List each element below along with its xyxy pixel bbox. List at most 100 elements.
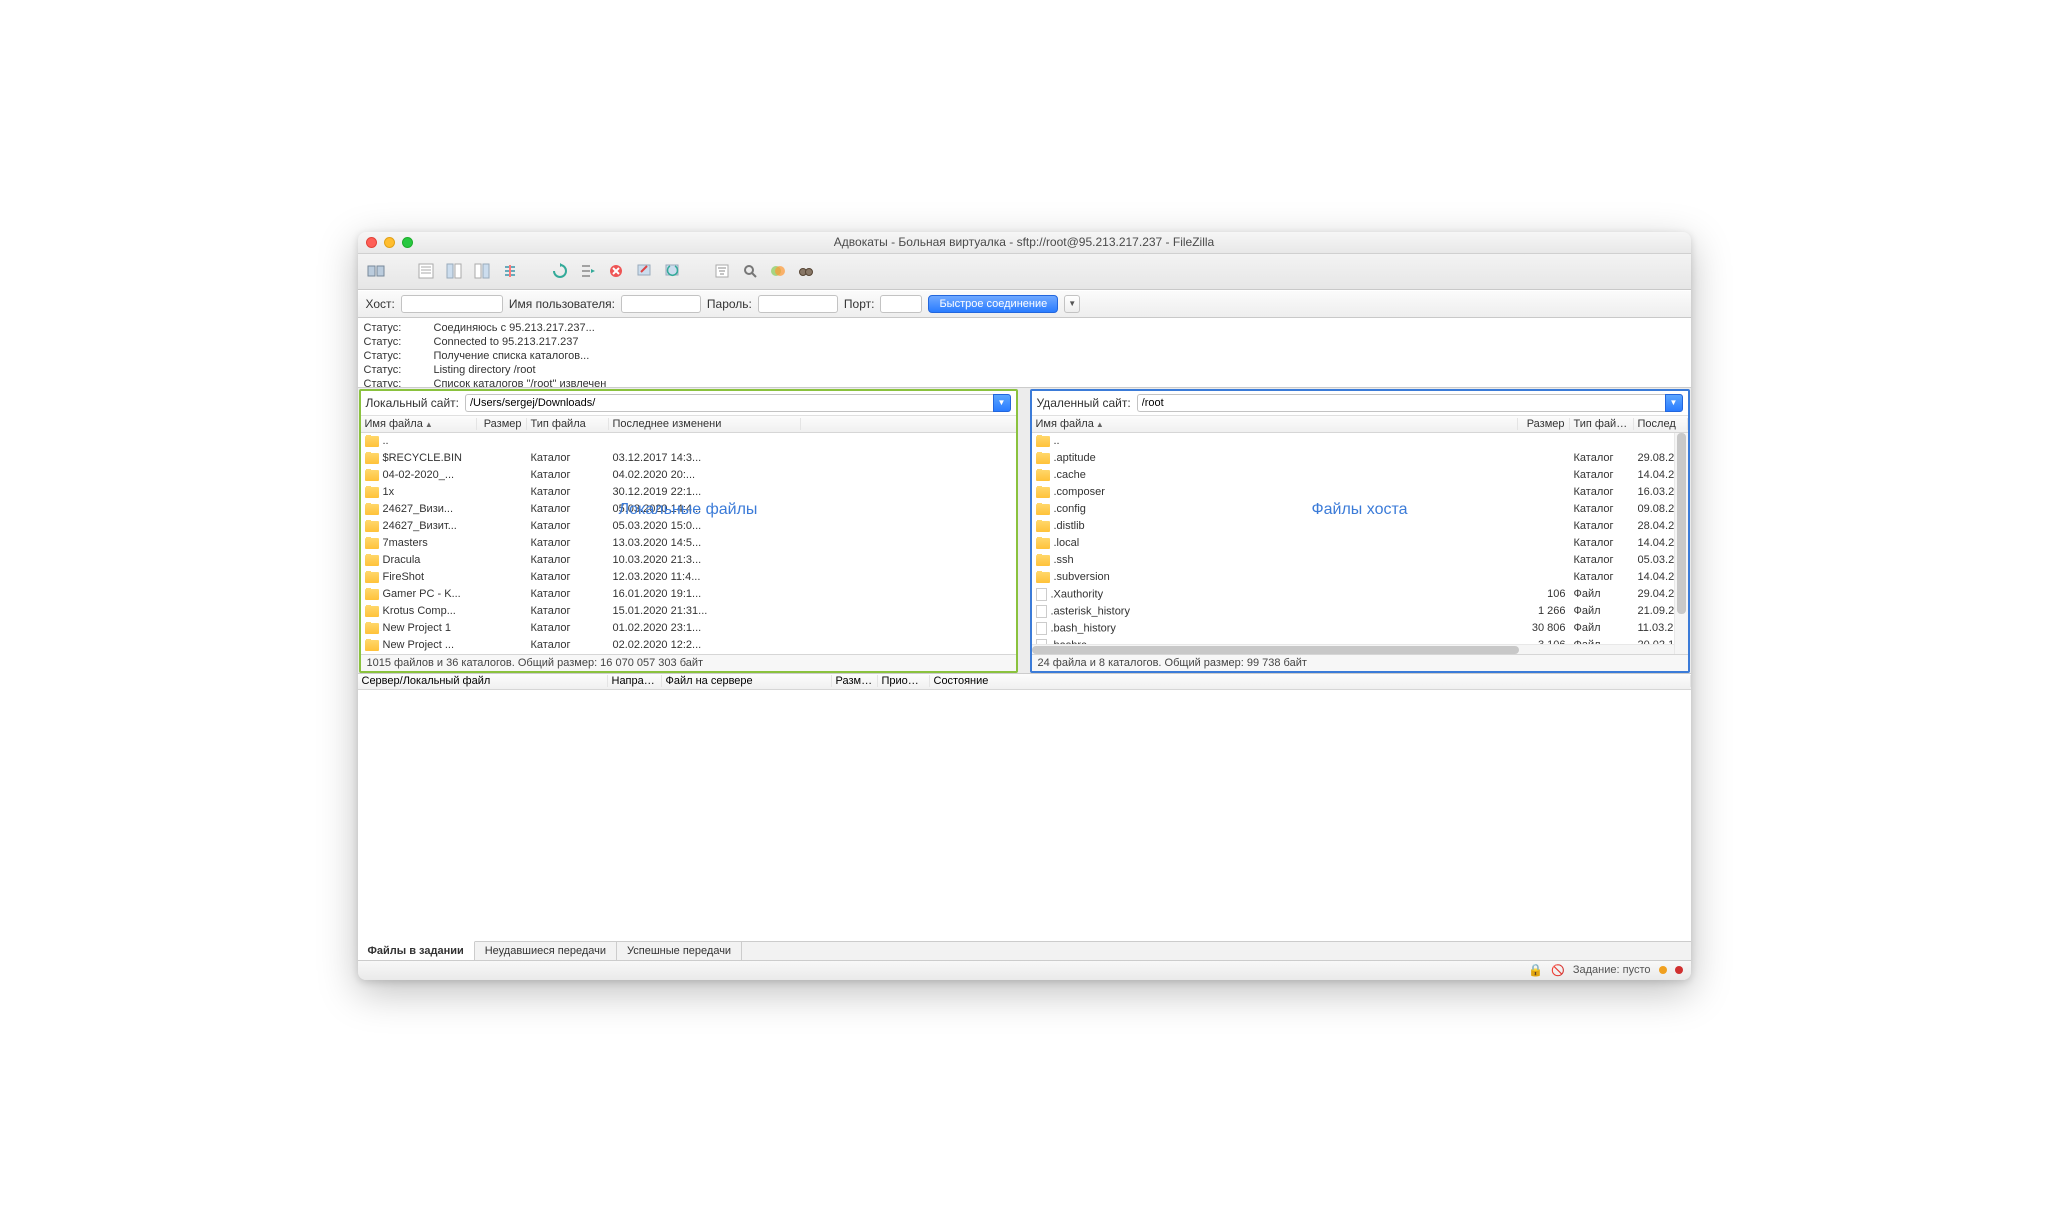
list-item[interactable]: 1xКаталог30.12.2019 22:1...	[361, 484, 1016, 501]
process-queue-button[interactable]	[576, 259, 600, 283]
list-item[interactable]: 04-02-2020_...Каталог04.02.2020 20:...	[361, 467, 1016, 484]
host-label: Хост:	[366, 297, 395, 311]
vertical-scrollbar[interactable]	[1674, 433, 1688, 654]
cancel-button[interactable]	[604, 259, 628, 283]
queue-columns[interactable]: Сервер/Локальный файл Направлен Файл на …	[358, 673, 1691, 690]
minimize-icon[interactable]	[384, 237, 395, 248]
quickconnect-history-dropdown[interactable]: ▼	[1064, 295, 1080, 313]
quickconnect-button[interactable]: Быстрое соединение	[928, 295, 1058, 313]
queue-area[interactable]	[358, 690, 1691, 941]
file-type: Каталог	[527, 554, 609, 566]
local-file-list[interactable]: ..$RECYCLE.BINКаталог03.12.2017 14:3...0…	[361, 433, 1016, 654]
column-type[interactable]: Тип файла	[527, 418, 609, 430]
list-item[interactable]: 24627_Визит...Каталог05.03.2020 15:0...	[361, 518, 1016, 535]
list-item[interactable]: .bash_history30 806Файл11.03.2	[1032, 620, 1688, 637]
list-item[interactable]: New Project 1Каталог01.02.2020 23:1...	[361, 620, 1016, 637]
list-item[interactable]: .localКаталог14.04.2	[1032, 535, 1688, 552]
file-icon	[1036, 605, 1047, 618]
maximize-icon[interactable]	[402, 237, 413, 248]
chevron-down-icon[interactable]: ▼	[1665, 394, 1683, 412]
col-priority[interactable]: Приорите	[878, 675, 930, 687]
remote-path-input[interactable]	[1137, 394, 1665, 412]
column-size[interactable]: Размер	[477, 418, 527, 430]
list-item[interactable]: ..	[1032, 433, 1688, 450]
list-item[interactable]: Krotus Comp...Каталог15.01.2020 21:31...	[361, 603, 1016, 620]
local-path-input[interactable]	[465, 394, 993, 412]
list-item[interactable]: .cacheКаталог14.04.2	[1032, 467, 1688, 484]
folder-icon	[1036, 521, 1050, 532]
list-item[interactable]: $RECYCLE.BINКаталог03.12.2017 14:3...	[361, 450, 1016, 467]
toggle-queue-button[interactable]	[498, 259, 522, 283]
folder-icon	[1036, 572, 1050, 583]
remote-column-headers[interactable]: Имя файла▲РазмерТип файлаПослед	[1032, 416, 1688, 433]
list-item[interactable]: .sshКаталог05.03.2	[1032, 552, 1688, 569]
file-date: 13.03.2020 14:5...	[609, 537, 801, 549]
col-remote-file[interactable]: Файл на сервере	[662, 675, 832, 687]
col-state[interactable]: Состояние	[930, 675, 1691, 687]
list-item[interactable]: .asterisk_history1 266Файл21.09.2	[1032, 603, 1688, 620]
list-item[interactable]: .aptitudeКаталог29.08.2	[1032, 450, 1688, 467]
filter-button[interactable]	[710, 259, 734, 283]
port-input[interactable]	[880, 295, 922, 313]
toggle-log-button[interactable]	[414, 259, 438, 283]
message-log[interactable]: Статус:Соединяюсь с 95.213.217.237...Ста…	[358, 318, 1691, 388]
remote-status: 24 файла и 8 каталогов. Общий размер: 99…	[1032, 654, 1688, 671]
column-name[interactable]: Имя файла▲	[1032, 418, 1518, 430]
tab-success[interactable]: Успешные передачи	[617, 942, 742, 960]
reconnect-button[interactable]	[660, 259, 684, 283]
file-date: 05.03.2020 15:0...	[609, 520, 801, 532]
column-date[interactable]: Послед	[1634, 418, 1688, 430]
compare-button[interactable]	[766, 259, 790, 283]
list-item[interactable]: .distlibКаталог28.04.2	[1032, 518, 1688, 535]
list-item[interactable]: New Project ...Каталог02.02.2020 12:2...	[361, 637, 1016, 654]
binoculars-icon[interactable]	[794, 259, 818, 283]
horizontal-scrollbar[interactable]	[1032, 644, 1674, 654]
folder-icon	[365, 623, 379, 634]
site-manager-button[interactable]	[364, 259, 388, 283]
chevron-down-icon[interactable]: ▼	[993, 394, 1011, 412]
list-item[interactable]: .subversionКаталог14.04.2	[1032, 569, 1688, 586]
file-name: 24627_Визи...	[383, 503, 454, 515]
list-item[interactable]: Gamer PC - K...Каталог16.01.2020 19:1...	[361, 586, 1016, 603]
list-item[interactable]: FireShotКаталог12.03.2020 11:4...	[361, 569, 1016, 586]
user-input[interactable]	[621, 295, 701, 313]
col-server[interactable]: Сервер/Локальный файл	[358, 675, 608, 687]
tab-failed[interactable]: Неудавшиеся передачи	[475, 942, 617, 960]
folder-icon	[365, 555, 379, 566]
file-date: 01.02.2020 23:1...	[609, 622, 801, 634]
col-size[interactable]: Размер	[832, 675, 878, 687]
list-item[interactable]: .composerКаталог16.03.2	[1032, 484, 1688, 501]
search-button[interactable]	[738, 259, 762, 283]
list-item[interactable]: DraculaКаталог10.03.2020 21:3...	[361, 552, 1016, 569]
file-type: Файл	[1570, 588, 1634, 600]
disconnect-button[interactable]	[632, 259, 656, 283]
refresh-button[interactable]	[548, 259, 572, 283]
list-item[interactable]: .configКаталог09.08.2	[1032, 501, 1688, 518]
log-status-label: Статус:	[364, 363, 414, 377]
pass-input[interactable]	[758, 295, 838, 313]
file-name: Krotus Comp...	[383, 605, 456, 617]
list-item[interactable]: 24627_Визи...Каталог05.03.2020 14:4...	[361, 501, 1016, 518]
file-date: 30.12.2019 22:1...	[609, 486, 801, 498]
list-item[interactable]: 7mastersКаталог13.03.2020 14:5...	[361, 535, 1016, 552]
column-type[interactable]: Тип файла	[1570, 418, 1634, 430]
close-icon[interactable]	[366, 237, 377, 248]
column-date[interactable]: Последнее изменени	[609, 418, 801, 430]
column-name[interactable]: Имя файла▲	[361, 418, 477, 430]
file-date: 03.12.2017 14:3...	[609, 452, 801, 464]
file-name: New Project ...	[383, 639, 455, 651]
toggle-remote-tree-button[interactable]	[470, 259, 494, 283]
file-date: 05.03.2020 14:4...	[609, 503, 801, 515]
remote-file-list[interactable]: ...aptitudeКаталог29.08.2.cacheКаталог14…	[1032, 433, 1688, 654]
list-item[interactable]: .Xauthority106Файл29.04.2	[1032, 586, 1688, 603]
file-name: .bash_history	[1051, 622, 1116, 634]
lock-icon[interactable]: 🔒	[1528, 963, 1543, 977]
local-column-headers[interactable]: Имя файла▲РазмерТип файлаПоследнее измен…	[361, 416, 1016, 433]
col-direction[interactable]: Направлен	[608, 675, 662, 687]
column-size[interactable]: Размер	[1518, 418, 1570, 430]
list-item[interactable]: ..	[361, 433, 1016, 450]
toggle-local-tree-button[interactable]	[442, 259, 466, 283]
stop-icon[interactable]: 🚫	[1551, 964, 1565, 977]
host-input[interactable]	[401, 295, 503, 313]
tab-queued[interactable]: Файлы в задании	[358, 941, 475, 960]
